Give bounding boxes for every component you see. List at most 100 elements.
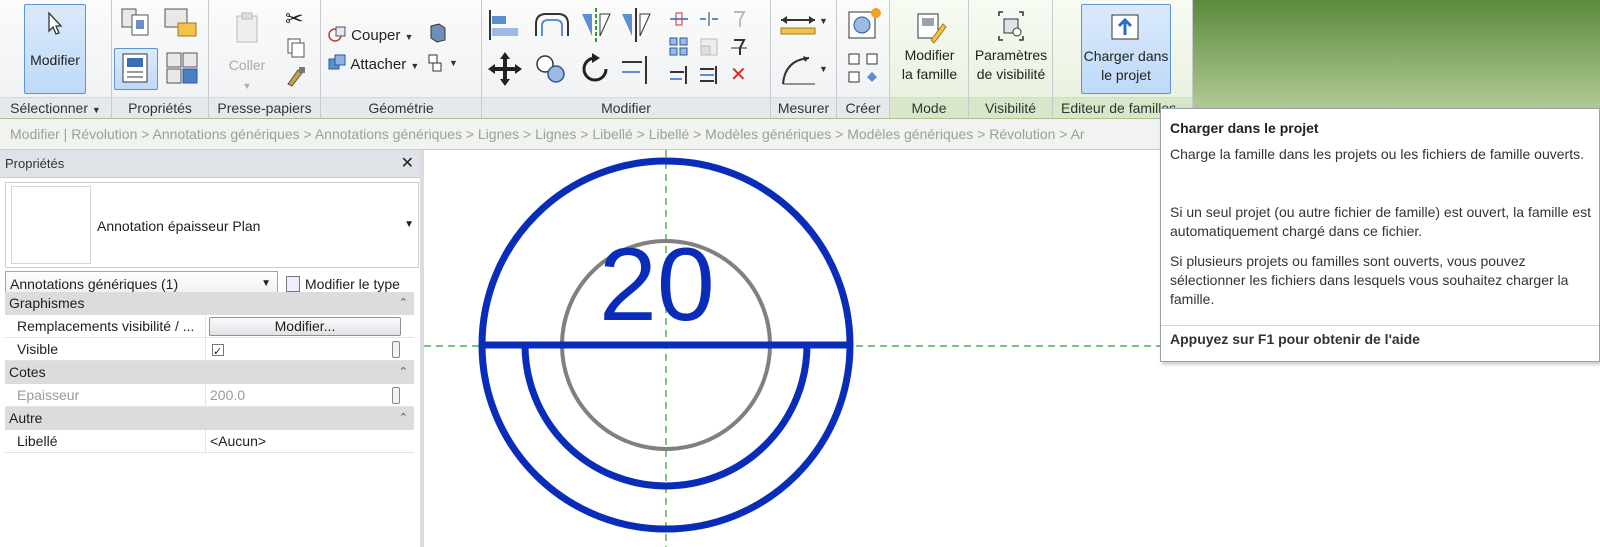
visible-checkbox[interactable] bbox=[212, 341, 224, 363]
collapse-icon[interactable]: ⌃ bbox=[399, 407, 408, 430]
modifier-famille-button[interactable]: Modifier la famille bbox=[894, 4, 965, 84]
chevron-down-icon[interactable]: ▼ bbox=[404, 219, 414, 230]
group-cotes[interactable]: Cotes ⌃ bbox=[5, 361, 414, 384]
cut-icon[interactable]: ✂ bbox=[285, 6, 303, 32]
dimension-icon[interactable]: ▼ bbox=[777, 52, 829, 88]
type-name: Annotation épaisseur Plan bbox=[97, 218, 261, 234]
group-graphismes[interactable]: Graphismes ⌃ bbox=[5, 292, 414, 315]
properties-table: Graphismes ⌃ Remplacements visibilité / .… bbox=[5, 292, 414, 453]
type-preview-thumbnail bbox=[11, 186, 91, 264]
panel-geometrie: Couper ▼ Attacher ▼ ▼ Géométrie bbox=[321, 0, 482, 118]
cut-geometry-icon bbox=[328, 26, 346, 42]
scrollbar-thumb[interactable] bbox=[392, 341, 400, 358]
edit-family-icon bbox=[917, 13, 947, 44]
measure-icon[interactable]: ▼ bbox=[777, 10, 829, 40]
panel-label-modifier: Modifier bbox=[482, 97, 770, 118]
panel-proprietes: Propriétés bbox=[112, 0, 209, 118]
tooltip-paragraph: Charge la famille dans les projets ou le… bbox=[1170, 146, 1584, 162]
delete-icon[interactable]: ✕ bbox=[730, 62, 747, 87]
offset-icon[interactable] bbox=[532, 6, 572, 44]
panel-presse-papiers: Coller ▼ ✂ Presse-papiers bbox=[209, 0, 321, 118]
modifier-tool-button[interactable]: Modifier bbox=[24, 4, 86, 94]
panel-label-presse-papiers: Presse-papiers bbox=[209, 97, 320, 118]
split-face-icon[interactable]: ▼ bbox=[427, 52, 459, 74]
modifier-overrides-button[interactable]: Modifier... bbox=[209, 317, 401, 336]
libelle-value[interactable]: <Aucun> bbox=[210, 433, 266, 449]
modifier-tool-label: Modifier bbox=[30, 52, 80, 68]
parametres-visibilite-button[interactable]: Paramètres de visibilité bbox=[973, 4, 1049, 84]
close-icon[interactable]: ✕ bbox=[401, 150, 414, 178]
charger-dans-projet-button[interactable]: Charger dans le projet bbox=[1081, 4, 1171, 94]
match-properties-icon[interactable] bbox=[284, 64, 308, 88]
create-group-icon[interactable] bbox=[845, 50, 883, 88]
table-row: Epaisseur 200.0 bbox=[5, 384, 414, 407]
visibility-settings-icon bbox=[998, 11, 1024, 41]
trim-single-icon[interactable] bbox=[668, 64, 690, 86]
panel-label-visibilite: Visibilité bbox=[969, 97, 1052, 118]
ribbon: Modifier Sélectionner ▼ Propriétés Colle… bbox=[0, 0, 1600, 118]
wall-join-icon[interactable] bbox=[427, 22, 449, 44]
couper-button[interactable]: Couper ▼ bbox=[327, 24, 413, 44]
coller-button[interactable]: Coller ▼ bbox=[221, 4, 273, 96]
panel-selectionner: Modifier Sélectionner ▼ bbox=[0, 0, 112, 118]
table-row: Remplacements visibilité / ... Modifier.… bbox=[5, 315, 414, 338]
collapse-icon[interactable]: ⌃ bbox=[399, 292, 408, 315]
split-element-icon[interactable] bbox=[668, 8, 690, 30]
mirror-draw-axis-icon[interactable] bbox=[618, 6, 654, 44]
trim-extend-icon[interactable] bbox=[618, 50, 656, 88]
properties-palette-icon bbox=[122, 53, 148, 83]
family-types-icon[interactable] bbox=[118, 6, 152, 40]
properties-header: Propriétés ✕ bbox=[0, 150, 420, 178]
component-icon[interactable] bbox=[845, 6, 883, 44]
thickness-label[interactable]: 20 bbox=[599, 233, 715, 337]
properties-title: Propriétés bbox=[5, 156, 65, 171]
properties-toggle-button[interactable] bbox=[114, 48, 158, 90]
table-row: Libellé <Aucun> bbox=[5, 430, 414, 453]
panel-mesurer: ▼ ▼ Mesurer bbox=[771, 0, 837, 118]
epaisseur-value[interactable]: 200.0 bbox=[210, 387, 245, 403]
type-selector[interactable]: Annotation épaisseur Plan ▼ bbox=[5, 182, 419, 268]
panel-label-mesurer: Mesurer bbox=[771, 97, 836, 118]
array-icon[interactable] bbox=[668, 36, 690, 58]
copy-icon[interactable] bbox=[284, 36, 308, 60]
group-autre[interactable]: Autre ⌃ bbox=[5, 407, 414, 430]
split-with-gap-icon[interactable] bbox=[698, 8, 720, 30]
panel-modifier: ✕ Modifier bbox=[482, 0, 771, 118]
collapse-icon[interactable]: ⌃ bbox=[399, 361, 408, 384]
join-geometry-icon bbox=[328, 54, 346, 70]
svg-text:▼: ▼ bbox=[449, 58, 458, 68]
paste-icon bbox=[236, 12, 258, 43]
copy-element-icon[interactable] bbox=[532, 50, 570, 88]
param-name: Remplacements visibilité / ... bbox=[17, 318, 195, 334]
rotate-icon[interactable] bbox=[576, 50, 614, 88]
revit-family-editor: Modifier Sélectionner ▼ Propriétés Colle… bbox=[0, 0, 1600, 547]
trim-multiple-icon[interactable] bbox=[698, 64, 720, 86]
type-properties-icon[interactable] bbox=[164, 50, 202, 88]
tooltip-divider bbox=[1161, 325, 1599, 326]
scale-icon bbox=[700, 38, 718, 56]
move-icon[interactable] bbox=[486, 50, 524, 88]
family-category-icon[interactable] bbox=[162, 6, 200, 40]
associate-param-button[interactable] bbox=[392, 387, 400, 404]
param-name: Libellé bbox=[17, 433, 58, 449]
attacher-button[interactable]: Attacher ▼ bbox=[327, 53, 419, 73]
ribbon-background-gradient bbox=[1193, 0, 1600, 118]
coller-label: Coller bbox=[228, 57, 266, 73]
panel-label-mode: Mode bbox=[890, 97, 968, 118]
load-into-project-icon bbox=[1111, 14, 1139, 40]
panel-label-selectionner[interactable]: Sélectionner ▼ bbox=[0, 97, 111, 118]
mirror-pick-axis-icon[interactable] bbox=[578, 6, 614, 44]
properties-palette: Propriétés ✕ Annotation épaisseur Plan ▼… bbox=[0, 150, 424, 547]
tooltip-paragraph: Si un seul projet (ou autre fichier de f… bbox=[1170, 204, 1591, 239]
edit-type-icon bbox=[286, 276, 300, 292]
panel-label-geometrie: Géométrie bbox=[321, 97, 481, 118]
panel-visibilite: Paramètres de visibilité Visibilité bbox=[969, 0, 1053, 118]
tooltip: Charger dans le projet Charge la famille… bbox=[1160, 108, 1600, 362]
tooltip-paragraph: Si plusieurs projets ou familles sont ou… bbox=[1170, 253, 1569, 307]
param-name: Epaisseur bbox=[17, 387, 80, 403]
panel-editeur-familles: Charger dans le projet Editeur de famill… bbox=[1053, 0, 1193, 118]
align-icon[interactable] bbox=[486, 6, 524, 44]
unpin-icon bbox=[734, 11, 746, 27]
svg-text:▼: ▼ bbox=[819, 16, 828, 26]
pin-icon[interactable] bbox=[728, 36, 750, 58]
